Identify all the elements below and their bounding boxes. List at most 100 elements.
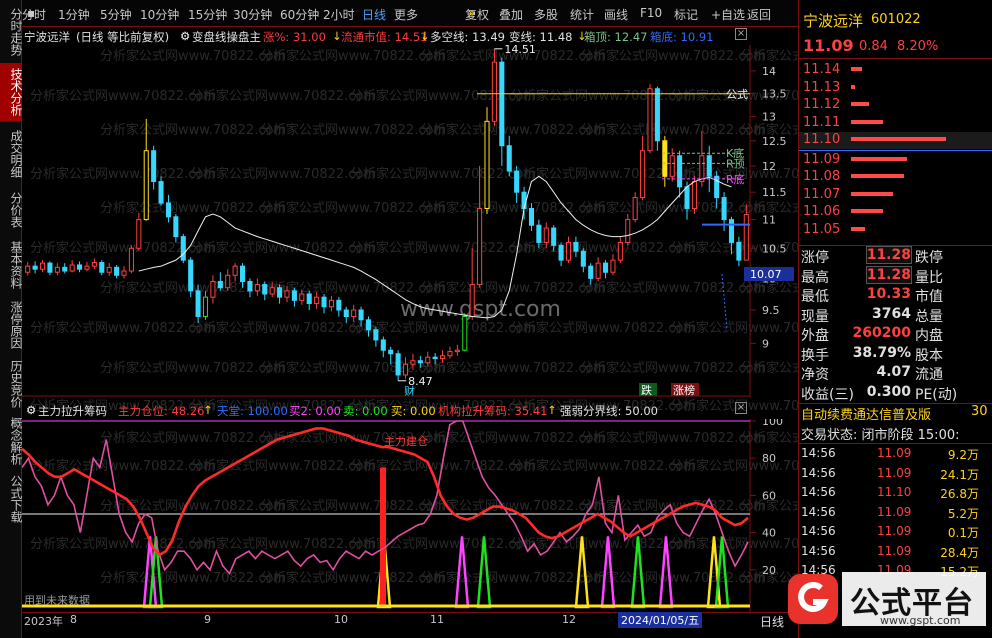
candle-body[interactable] [677, 155, 683, 188]
more-chevron-icon[interactable]: » [468, 6, 475, 20]
candle-body[interactable] [728, 219, 735, 243]
candle-body[interactable] [380, 339, 386, 351]
orderbook-row[interactable]: 11.09 [799, 152, 992, 169]
candle-body[interactable] [99, 262, 105, 273]
candle-body[interactable] [521, 191, 527, 209]
candle-body[interactable] [721, 197, 727, 221]
candle-body[interactable] [121, 270, 127, 276]
toolbar-item[interactable]: 10分钟 [140, 6, 179, 23]
toolbar-item[interactable]: F10 [640, 6, 662, 20]
tick-row[interactable]: 14:56 11.10 26.8万 [799, 484, 992, 502]
candle-body[interactable] [417, 360, 423, 364]
candle-body[interactable] [402, 363, 409, 376]
orderbook-row[interactable]: 11.11 [799, 115, 992, 132]
candle-body[interactable] [528, 207, 534, 226]
toolbar-item[interactable]: 2小时 [323, 6, 355, 23]
candle-body[interactable] [447, 351, 453, 357]
candle-body[interactable] [551, 227, 557, 246]
candle-body[interactable] [210, 280, 216, 298]
candle-body[interactable] [158, 181, 164, 204]
candle-body[interactable] [128, 247, 134, 272]
candle-body[interactable] [232, 265, 238, 276]
period-tab[interactable]: 日线 [760, 613, 784, 630]
candle-body[interactable] [291, 290, 297, 301]
fall-tag[interactable]: 跌 [641, 383, 652, 397]
candle-body[interactable] [25, 265, 31, 273]
candle-body[interactable] [632, 197, 638, 221]
candle-body[interactable] [77, 264, 83, 270]
candle-body[interactable] [358, 309, 364, 321]
candle-body[interactable] [247, 280, 253, 292]
candle-body[interactable] [558, 244, 564, 261]
candle-body[interactable] [69, 264, 75, 272]
toolbar-item[interactable]: 画线 [604, 6, 628, 23]
candle-body[interactable] [202, 296, 209, 318]
candle-body[interactable] [351, 309, 357, 318]
candle-body[interactable] [469, 284, 475, 318]
candle-body[interactable] [336, 299, 342, 311]
candle-body[interactable] [32, 265, 38, 270]
candle-body[interactable] [299, 293, 305, 301]
candle-body[interactable] [580, 250, 586, 267]
candle-body[interactable] [39, 262, 46, 270]
indicator-name[interactable]: 变盘线操盘主 [192, 29, 261, 45]
orderbook-row[interactable]: 11.08 [799, 169, 992, 186]
candle-body[interactable] [306, 293, 312, 305]
candle-body[interactable] [343, 309, 349, 318]
candle-body[interactable] [662, 140, 668, 177]
candle-body[interactable] [588, 265, 594, 279]
ad-banner[interactable]: 自动续费通达信普及版 [801, 404, 931, 423]
candle-body[interactable] [654, 88, 660, 142]
orderbook-row[interactable]: 11.13 [799, 80, 992, 97]
candle-body[interactable] [595, 262, 601, 279]
candle-body[interactable] [536, 224, 542, 243]
orderbook-row[interactable]: 11.12 [799, 97, 992, 114]
candle-body[interactable] [314, 296, 320, 305]
sidebar-tab[interactable]: 分价表 [0, 186, 23, 234]
candle-body[interactable] [506, 145, 512, 172]
candle-body[interactable] [617, 241, 623, 261]
candle-body[interactable] [91, 262, 97, 267]
candle-body[interactable] [254, 284, 260, 292]
candle-body[interactable] [603, 262, 609, 273]
candle-body[interactable] [217, 280, 223, 289]
candle-body[interactable] [477, 207, 483, 286]
orderbook-row[interactable]: 11.07 [799, 187, 992, 204]
candle-body[interactable] [684, 186, 690, 209]
orderbook-row[interactable]: 11.06 [799, 204, 992, 221]
candle-body[interactable] [195, 290, 201, 318]
tick-row[interactable]: 14:56 11.09 24.1万 [799, 465, 992, 483]
candle-body[interactable] [284, 290, 290, 298]
toolbar-item[interactable]: 1分钟 [58, 6, 90, 23]
candle-body[interactable] [114, 266, 120, 276]
candle-body[interactable] [543, 227, 549, 243]
main-chart-close-icon[interactable]: × [735, 28, 747, 40]
candle-body[interactable] [625, 219, 631, 243]
candle-body[interactable] [491, 61, 497, 122]
candle-body[interactable] [143, 150, 149, 221]
candle-body[interactable] [277, 287, 283, 298]
sidebar-tab[interactable]: 技术分析 [0, 63, 23, 121]
candle-body[interactable] [47, 262, 53, 273]
candle-body[interactable] [410, 360, 416, 365]
tick-row[interactable]: 14:56 11.09 28.4万 [799, 543, 992, 561]
indicator-close-icon[interactable]: × [735, 402, 747, 414]
candle-body[interactable] [365, 319, 372, 331]
candle-body[interactable] [454, 349, 460, 353]
candle-body[interactable] [269, 287, 275, 295]
candle-body[interactable] [373, 329, 379, 341]
candle-body[interactable] [395, 353, 401, 376]
candle-body[interactable] [84, 265, 90, 270]
toolbar-item[interactable]: 统计 [570, 6, 594, 23]
indicator-title[interactable]: 主力拉升筹码 [38, 403, 107, 419]
candle-body[interactable] [240, 265, 246, 282]
toolbar-item[interactable]: 15分钟 [188, 6, 227, 23]
sidebar-tab[interactable]: 概念解析 [0, 414, 23, 468]
tick-row[interactable]: 14:56 11.09 0.1万 [799, 523, 992, 541]
candle-body[interactable] [54, 266, 60, 273]
candle-body[interactable] [188, 259, 194, 292]
candle-body[interactable] [610, 259, 616, 273]
toolbar-item[interactable]: 5分钟 [100, 6, 132, 23]
toolbar-item[interactable]: 30分钟 [233, 6, 272, 23]
indicator-chart[interactable]: 20 40 60 80 100 主力建仓用到未来数据 [22, 419, 798, 612]
